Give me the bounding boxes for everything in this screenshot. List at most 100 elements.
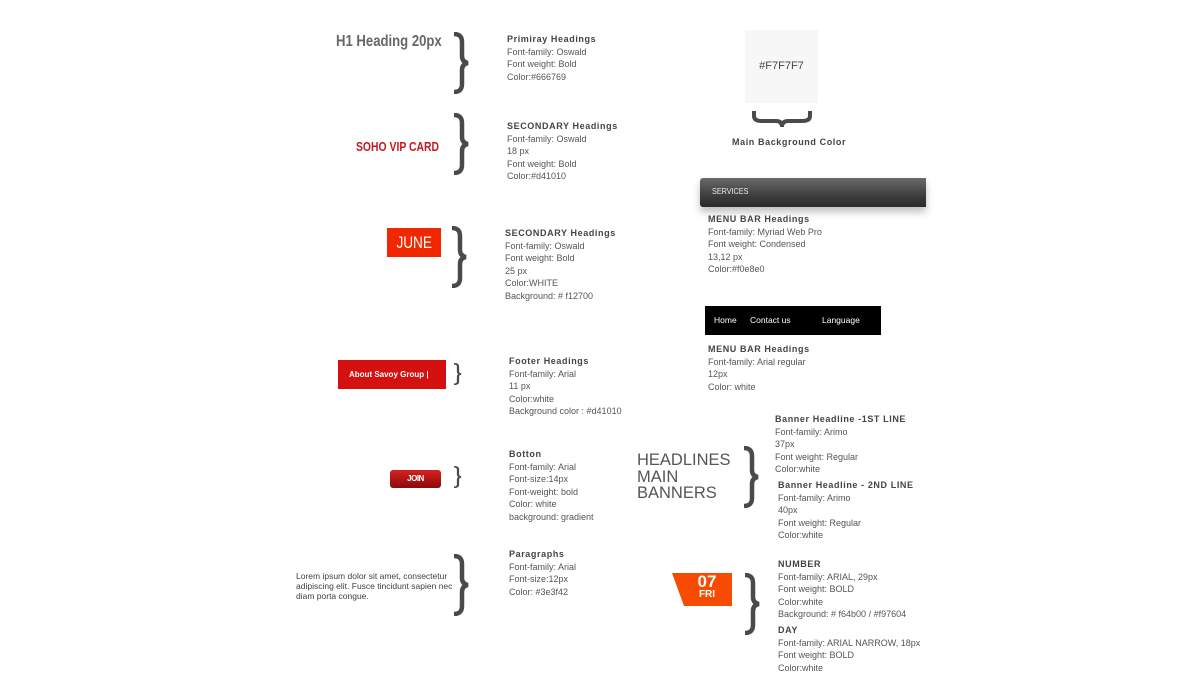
brace-icon	[452, 32, 472, 94]
spec-line: Font weight: Bold	[507, 59, 577, 70]
small-brace-icon	[453, 466, 463, 488]
spec-line: Background: # f64b00 / #f97604	[778, 609, 907, 620]
soho-vip-card-sample: SOHO VIP CARD	[356, 138, 460, 156]
spec-line: Background: # f12700	[505, 290, 594, 301]
headline-line-1: HEADLINES	[637, 451, 731, 469]
spec-secondary-headings: SECONDARY Headings Font-family: Oswald 18 …	[507, 120, 618, 183]
june-sample: JUNE	[387, 228, 441, 257]
date-day: FRI	[698, 589, 716, 600]
spec-line: 40px	[778, 505, 798, 516]
headline-line-2: MAIN	[637, 467, 679, 486]
spec-line: Color:white	[778, 530, 824, 541]
spec-line: 25 px	[505, 265, 528, 276]
spec-paragraphs: Paragraphs Font-family: Arial Font-size:12…	[509, 548, 576, 598]
spec-line: Font weight: Bold	[505, 253, 575, 264]
spec-line: Color: #3e3f42	[509, 586, 569, 597]
spec-title: MENU BAR Headings	[708, 344, 810, 354]
spec-line: Font-family: Oswald	[507, 46, 587, 57]
spec-title: Paragraphs	[509, 549, 565, 559]
headlines-main-banners-sample: HEADLINES MAIN BANNERS	[637, 452, 731, 502]
nav-item-language[interactable]: Language	[822, 306, 860, 335]
horizontal-brace-icon	[752, 111, 812, 128]
spec-line: Font-family: Arial regular	[708, 356, 806, 367]
spec-line: 18 px	[507, 146, 530, 157]
spec-title: Banner Headline - 2ND LINE	[778, 480, 914, 490]
spec-line: background: gradient	[509, 511, 594, 522]
spec-line: Font-family: Myriad Web Pro	[708, 226, 822, 237]
spec-line: Background color : #d41010	[509, 406, 622, 417]
spec-day: DAY Font-family: ARIAL NARROW, 18px Font w…	[778, 624, 920, 674]
spec-number: NUMBER Font-family: ARIAL, 29px Font weigh…	[778, 558, 906, 621]
services-label: SERVICES	[712, 186, 749, 196]
services-menu-bar[interactable]: SERVICES	[700, 178, 926, 207]
spec-line: Font-family: Oswald	[507, 133, 587, 144]
spec-title: Botton	[509, 449, 542, 459]
spec-line: Color:#666769	[507, 71, 567, 82]
nav-item-contact-us[interactable]: Contact us	[750, 306, 791, 335]
brace-icon	[450, 226, 470, 288]
spec-line: Font-family: Arial	[509, 368, 577, 379]
spec-banner-line-2: Banner Headline - 2ND LINE Font-family: A…	[778, 479, 914, 542]
nav-item-home[interactable]: Home	[714, 306, 737, 335]
spec-line: Font-weight: bold	[509, 486, 579, 497]
spec-title: MENU BAR Headings	[708, 214, 810, 224]
spec-line: Color:#f0e8e0	[708, 264, 765, 275]
spec-line: Color: white	[509, 499, 557, 510]
brace-icon	[742, 446, 762, 508]
join-button[interactable]: JOIN	[390, 470, 441, 488]
small-brace-icon	[453, 363, 463, 385]
spec-line: Font-size:12px	[509, 574, 569, 585]
spec-line: Color:white	[778, 596, 824, 607]
spec-line: 13,12 px	[708, 251, 743, 262]
soho-sample-text: SOHO VIP CARD	[356, 139, 440, 154]
brace-icon	[452, 113, 472, 175]
spec-secondary-headings-june: SECONDARY Headings Font-family: Oswald Fon…	[505, 227, 616, 303]
h1-heading-sample: H1 Heading 20px	[336, 33, 465, 51]
nav-menu-bar: Home Contact us Language	[705, 306, 881, 335]
spec-line: Font-family: Oswald	[505, 240, 585, 251]
spec-line: Color: white	[708, 381, 756, 392]
spec-title: Primiray Headings	[507, 34, 597, 44]
spec-line: Font-family: ARIAL NARROW, 18px	[778, 637, 921, 648]
spec-line: Font weight: Condensed	[708, 239, 806, 250]
spec-line: Font weight: BOLD	[778, 584, 855, 595]
spec-footer-headings: Footer Headings Font-family: Arial 11 px Co…	[509, 355, 622, 418]
spec-banner-line-1: Banner Headline -1ST LINE Font-family: Ar…	[775, 413, 906, 476]
date-number: 07	[697, 572, 717, 591]
spec-title: NUMBER	[778, 559, 822, 569]
spec-line: Font-family: Arimo	[775, 426, 848, 437]
paragraph-sample: Lorem ipsum dolor sit amet, consectetur …	[296, 571, 453, 601]
brace-icon	[743, 573, 763, 635]
background-color-swatch: #F7F7F7	[745, 30, 818, 103]
spec-line: 11 px	[509, 381, 531, 392]
spec-menu-bar-services: MENU BAR Headings Font-family: Myriad Web…	[708, 213, 822, 276]
spec-title: DAY	[778, 625, 798, 635]
june-sample-text: JUNE	[396, 233, 432, 252]
spec-button: Botton Font-family: Arial Font-size:14px Fo…	[509, 448, 594, 524]
spec-menu-bar-nav: MENU BAR Headings Font-family: Arial regu…	[708, 343, 810, 393]
spec-title: SECONDARY Headings	[505, 228, 616, 238]
spec-line: Color:WHITE	[505, 278, 559, 289]
spec-title: Footer Headings	[509, 356, 590, 366]
background-color-label: Main Background Color	[732, 137, 847, 147]
spec-line: Font-family: Arial	[509, 461, 577, 472]
spec-line: Font weight: Regular	[778, 517, 862, 528]
spec-line: Font weight: Bold	[507, 158, 577, 169]
spec-line: Font-family: Arial	[509, 561, 577, 572]
spec-line: Color:white	[778, 662, 824, 673]
spec-line: Font weight: Regular	[775, 451, 859, 462]
spec-line: Font-family: ARIAL, 29px	[778, 571, 878, 582]
spec-line: Font weight: BOLD	[778, 650, 855, 661]
brace-icon	[452, 554, 472, 616]
spec-title: SECONDARY Headings	[507, 121, 618, 131]
headline-line-3: BANNERS	[637, 484, 717, 502]
spec-line: Color:white	[509, 393, 555, 404]
footer-heading-sample[interactable]: About Savoy Group |	[338, 360, 446, 389]
spec-line: Font-family: Arimo	[778, 492, 851, 503]
spec-primary-headings: Primiray Headings Font-family: Oswald Font…	[507, 33, 596, 83]
date-badge: 07 FRI	[672, 573, 732, 606]
spec-title: Banner Headline -1ST LINE	[775, 414, 907, 424]
spec-line: Font-size:14px	[509, 474, 569, 485]
spec-line: 12px	[708, 369, 728, 380]
h1-sample-text: H1 Heading 20px	[336, 33, 442, 50]
